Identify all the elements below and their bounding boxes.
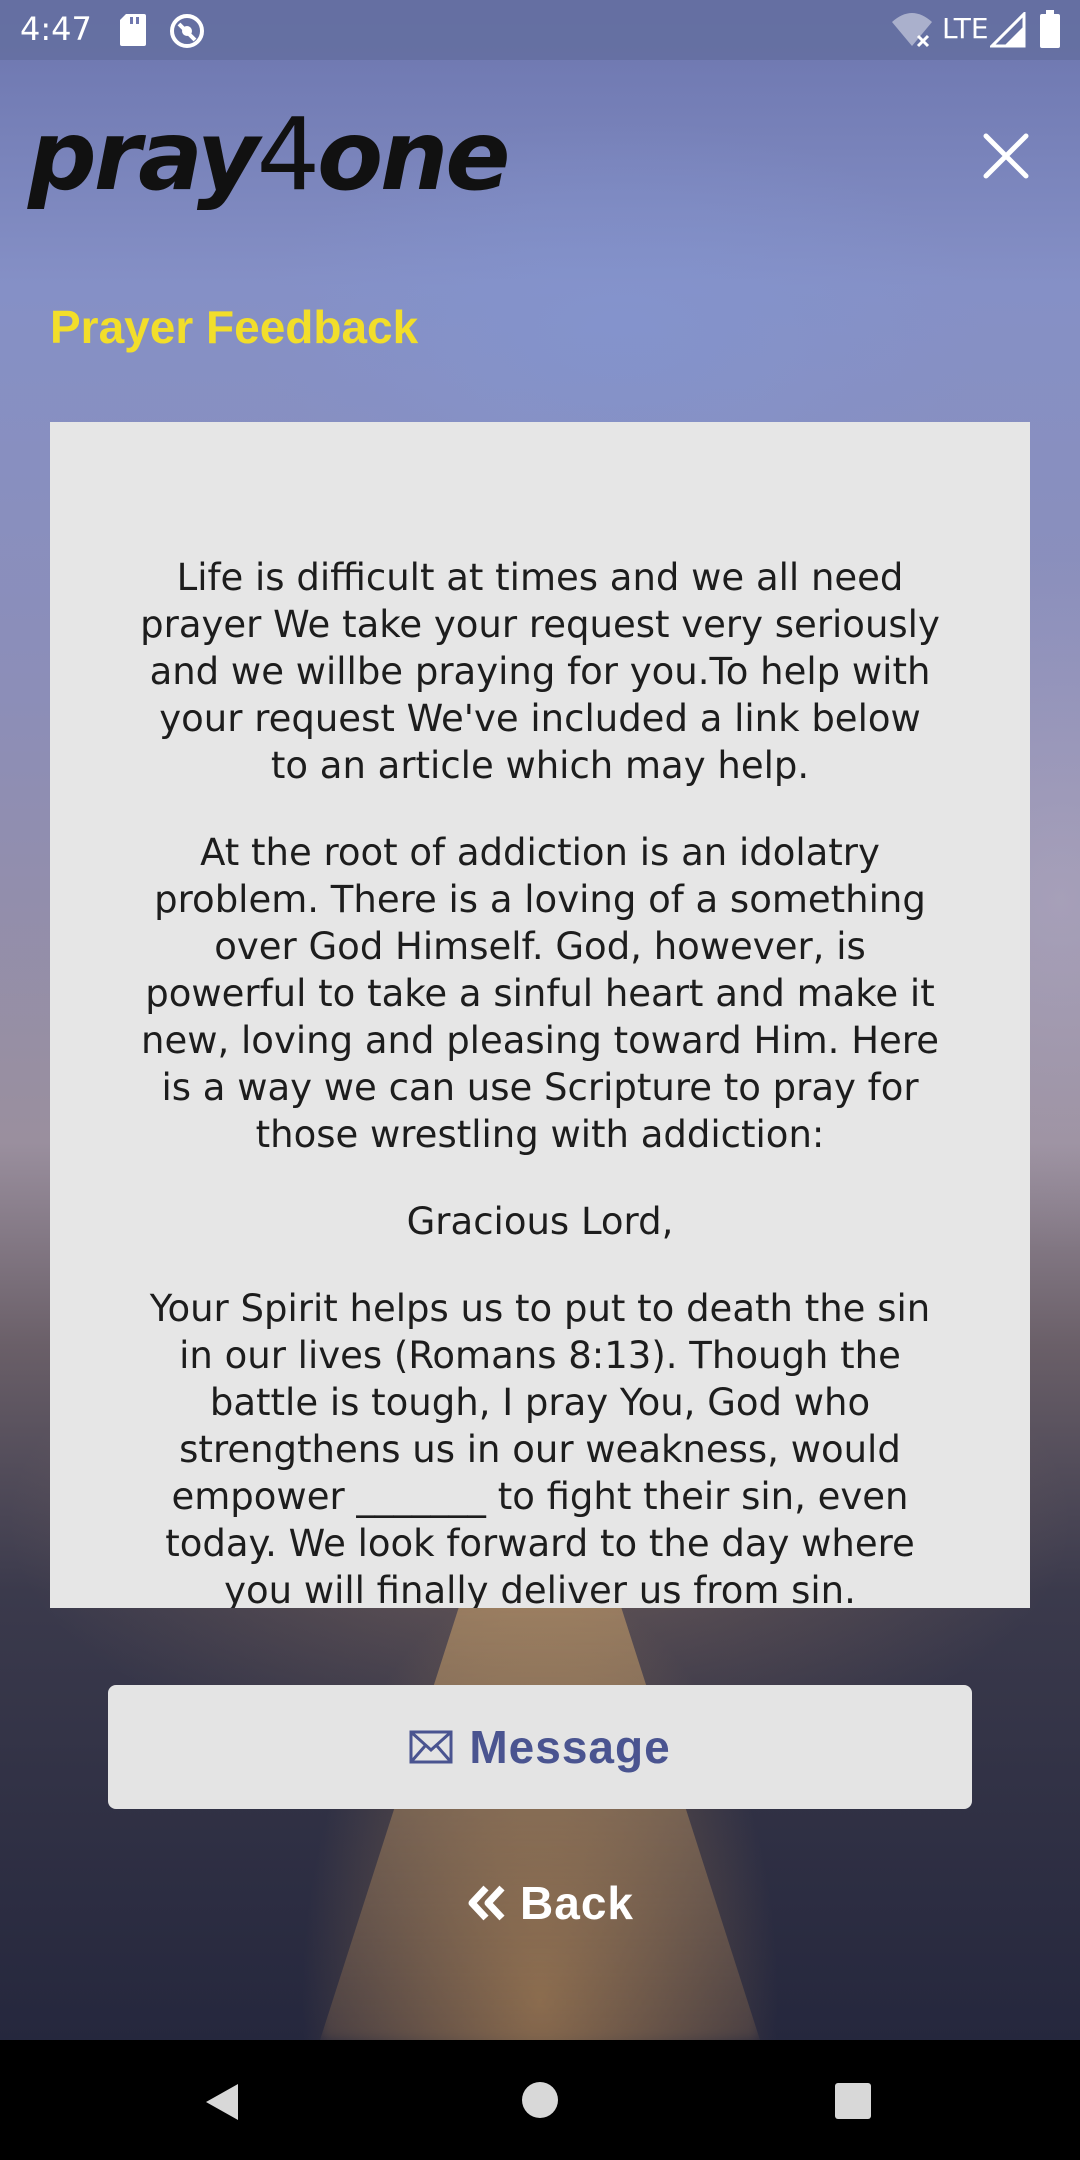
feedback-paragraph-salutation: Gracious Lord, — [406, 1200, 674, 1243]
wifi-off-icon — [892, 13, 932, 48]
sd-card-icon — [120, 14, 146, 46]
app-logo: pray4one — [28, 100, 511, 212]
status-bar: 4:47 LTE — [0, 0, 1080, 60]
status-time: 4:47 — [20, 10, 92, 48]
network-type: LTE — [942, 12, 989, 45]
back-button-label: Back — [520, 1877, 634, 1929]
sync-icon — [170, 14, 204, 48]
feedback-card[interactable]: Life is difficult at times and we all ne… — [50, 422, 1030, 1608]
logo-text-one: one — [317, 100, 510, 212]
message-button-label: Message — [469, 1721, 671, 1773]
signal-icon — [990, 12, 1026, 48]
nav-home-icon[interactable] — [520, 2080, 560, 2120]
page-title: Prayer Feedback — [50, 301, 419, 353]
feedback-paragraph-prayer: Your Spirit helps us to put to death the… — [149, 1287, 931, 1608]
feedback-paragraph-addiction: At the root of addiction is an idolatry … — [141, 831, 939, 1156]
battery-icon — [1040, 10, 1060, 48]
nav-recents-icon[interactable] — [834, 2082, 872, 2120]
feedback-paragraph-intro: Life is difficult at times and we all ne… — [140, 556, 940, 787]
envelope-icon — [409, 1730, 453, 1764]
double-chevron-left-icon — [468, 1885, 505, 1921]
nav-back-icon[interactable] — [200, 2080, 244, 2124]
message-button[interactable]: Message — [108, 1685, 972, 1809]
logo-text-pray: pray — [28, 100, 259, 212]
close-icon[interactable] — [976, 126, 1036, 186]
logo-text-4: 4 — [256, 96, 320, 213]
back-button[interactable]: Back — [420, 1870, 680, 1936]
